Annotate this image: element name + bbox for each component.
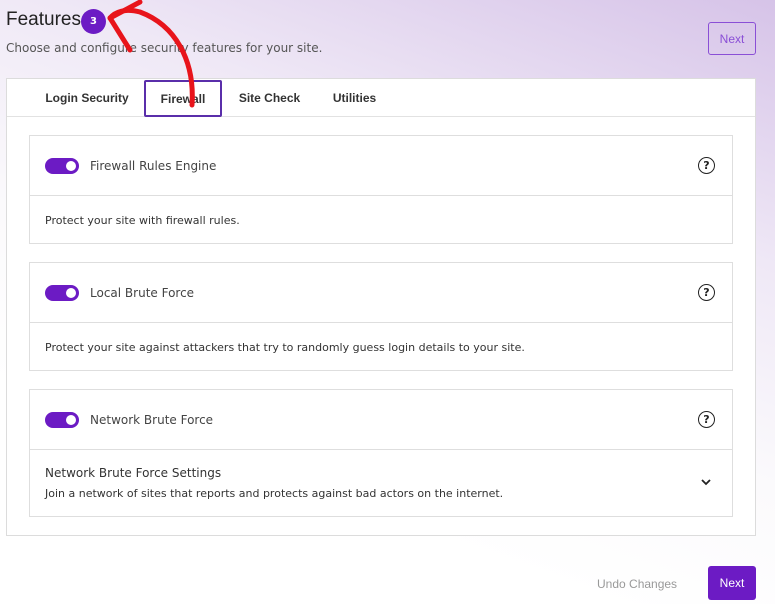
page-subtitle: Choose and configure security features f… <box>6 41 323 55</box>
panel-title: Local Brute Force <box>90 286 195 300</box>
chevron-down-icon[interactable] <box>700 478 712 486</box>
firewall-rules-panel: Firewall Rules Engine ? Protect your sit… <box>29 135 733 244</box>
page-title: Features <box>6 9 81 30</box>
local-brute-force-toggle[interactable] <box>45 285 79 301</box>
panel-description: Join a network of sites that reports and… <box>45 487 504 500</box>
tab-bar: Login Security Firewall Site Check Utili… <box>7 79 755 117</box>
firewall-rules-toggle[interactable] <box>45 158 79 174</box>
local-brute-force-panel: Local Brute Force ? Protect your site ag… <box>29 262 733 371</box>
tab-login-security[interactable]: Login Security <box>37 79 137 116</box>
next-button-top[interactable]: Next <box>708 22 756 55</box>
help-icon[interactable]: ? <box>698 284 715 301</box>
network-settings-expander[interactable]: Network Brute Force Settings Join a netw… <box>30 450 732 516</box>
panel-title: Firewall Rules Engine <box>90 159 217 173</box>
tab-utilities[interactable]: Utilities <box>322 79 387 116</box>
tab-site-check[interactable]: Site Check <box>232 79 307 116</box>
tab-firewall[interactable]: Firewall <box>144 80 222 117</box>
network-brute-force-panel: Network Brute Force ? Network Brute Forc… <box>29 389 733 517</box>
panel-title: Network Brute Force <box>90 413 214 427</box>
network-brute-force-toggle[interactable] <box>45 412 79 428</box>
settings-title: Network Brute Force Settings <box>45 466 222 480</box>
count-badge: 3 <box>81 9 106 34</box>
panel-description: Protect your site with firewall rules. <box>45 214 240 227</box>
undo-changes-button[interactable]: Undo Changes <box>597 577 677 591</box>
help-icon[interactable]: ? <box>698 411 715 428</box>
help-icon[interactable]: ? <box>698 157 715 174</box>
features-card: Login Security Firewall Site Check Utili… <box>6 78 756 536</box>
panel-description: Protect your site against attackers that… <box>45 341 525 354</box>
next-button[interactable]: Next <box>708 566 756 600</box>
